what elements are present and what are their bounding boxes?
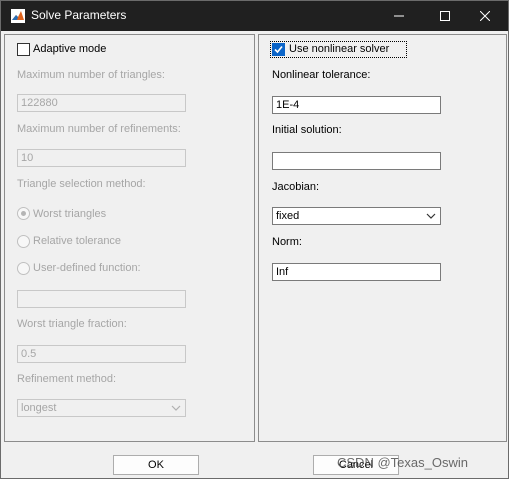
max-triangles-field[interactable]: 122880 xyxy=(17,94,186,112)
maximize-icon xyxy=(440,11,450,21)
adaptive-mode-label: Adaptive mode xyxy=(33,43,107,55)
refinement-method-label: Refinement method: xyxy=(17,373,117,385)
matlab-logo-icon xyxy=(11,9,25,23)
close-button[interactable] xyxy=(462,1,508,31)
chevron-down-icon xyxy=(426,213,436,219)
use-nonlinear-solver-label: Use nonlinear solver xyxy=(289,43,390,55)
jacobian-label: Jacobian: xyxy=(272,181,320,193)
max-refinements-field[interactable]: 10 xyxy=(17,149,186,167)
triangle-selection-label: Triangle selection method: xyxy=(17,178,146,190)
worst-triangles-radio[interactable] xyxy=(17,207,30,220)
max-refinements-label: Maximum number of refinements: xyxy=(17,123,181,135)
initial-solution-field[interactable] xyxy=(272,152,441,170)
minimize-icon xyxy=(394,15,404,17)
window-title: Solve Parameters xyxy=(31,8,127,22)
use-nonlinear-solver-checkbox[interactable] xyxy=(272,43,285,56)
worst-triangles-label: Worst triangles xyxy=(33,208,107,220)
refinement-method-value: longest xyxy=(21,402,57,414)
worst-fraction-field[interactable]: 0.5 xyxy=(17,345,186,363)
chevron-down-icon xyxy=(171,405,181,411)
relative-tolerance-label: Relative tolerance xyxy=(33,235,122,247)
minimize-button[interactable] xyxy=(376,1,422,31)
user-defined-function-field[interactable] xyxy=(17,290,186,308)
checkmark-icon xyxy=(274,45,283,54)
initial-solution-label: Initial solution: xyxy=(272,124,342,136)
nonlinear-tolerance-field[interactable]: 1E-4 xyxy=(272,96,441,114)
jacobian-value: fixed xyxy=(276,210,300,222)
solve-parameters-dialog: Solve Parameters Adaptive mode Maximum n… xyxy=(0,0,509,479)
relative-tolerance-radio[interactable] xyxy=(17,235,30,248)
jacobian-dropdown[interactable]: fixed xyxy=(272,207,441,225)
watermark: CSDN @Texas_Oswin xyxy=(337,455,468,470)
adaptive-mode-panel: Adaptive mode Maximum number of triangle… xyxy=(4,34,255,442)
user-defined-function-radio[interactable] xyxy=(17,262,30,275)
worst-fraction-label: Worst triangle fraction: xyxy=(17,318,127,330)
nonlinear-tolerance-label: Nonlinear tolerance: xyxy=(272,69,371,81)
nonlinear-solver-panel: Use nonlinear solver Nonlinear tolerance… xyxy=(258,34,507,442)
norm-field[interactable]: Inf xyxy=(272,263,441,281)
ok-button[interactable]: OK xyxy=(113,455,199,475)
user-defined-function-label: User-defined function: xyxy=(33,262,141,274)
max-triangles-label: Maximum number of triangles: xyxy=(17,69,165,81)
norm-label: Norm: xyxy=(272,236,302,248)
title-bar[interactable]: Solve Parameters xyxy=(1,1,508,31)
refinement-method-dropdown[interactable]: longest xyxy=(17,399,186,417)
adaptive-mode-checkbox[interactable] xyxy=(17,43,30,56)
close-icon xyxy=(480,11,490,21)
